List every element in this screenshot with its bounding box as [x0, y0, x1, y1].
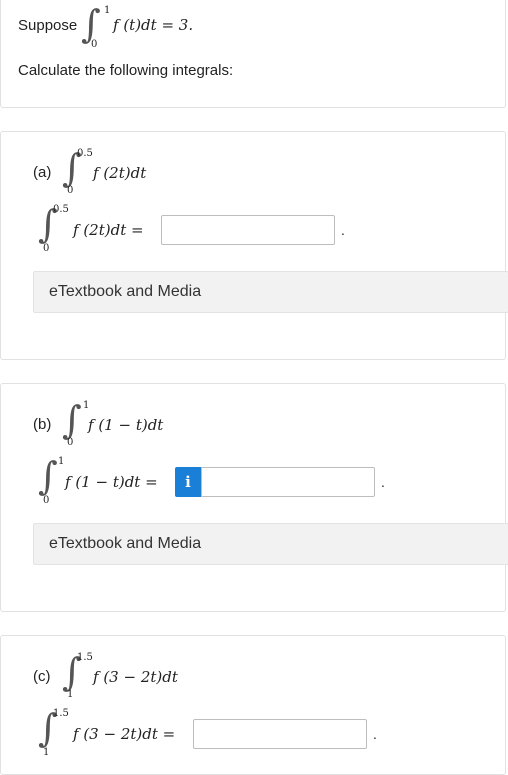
- part-c-answer-input[interactable]: [193, 719, 367, 749]
- part-c-answer-upper-limit: 1.5: [53, 708, 69, 719]
- part-a-period: .: [341, 222, 345, 238]
- part-b-answer-upper-limit: 1: [58, 456, 65, 467]
- intro-upper-limit: 1: [104, 5, 111, 16]
- part-c-lower-limit: 1: [67, 689, 74, 700]
- intro-integrand: f (t)dt = 3.: [113, 16, 194, 34]
- integral-sign-icon: ∫: [62, 398, 82, 442]
- integral-sign-icon: ∫: [81, 2, 101, 46]
- part-a-answer-input[interactable]: [161, 215, 335, 245]
- part-b-answer-expression: f (1 − t)dt =: [65, 473, 158, 491]
- part-b-label: (b): [33, 416, 52, 433]
- part-c-period: .: [373, 726, 377, 742]
- part-c-answer-lower-limit: 1: [43, 747, 50, 758]
- intro-lower-limit: 0: [91, 39, 98, 50]
- intro-card: Suppose ∫ 1 0 f (t)dt = 3. Calculate the…: [0, 0, 506, 108]
- part-c-card: (c) ∫ 1.5 1 f (3 − 2t)dt ∫ 1.5 1 f (3 − …: [0, 635, 506, 775]
- part-c-label: (c): [33, 668, 51, 685]
- part-a-upper-limit: 0.5: [77, 148, 93, 159]
- part-b-integrand: f (1 − t)dt: [88, 416, 164, 434]
- part-a-integrand: f (2t)dt: [93, 164, 147, 182]
- part-a-answer-upper-limit: 0.5: [53, 204, 69, 215]
- part-c-answer-expression: f (3 − 2t)dt =: [73, 725, 176, 743]
- part-a-etextbook-button[interactable]: eTextbook and Media: [33, 271, 508, 313]
- part-a-card: (a) ∫ 0.5 0 f (2t)dt ∫ 0.5 0 f (2t)dt = …: [0, 131, 508, 360]
- intro-prefix: Suppose: [18, 17, 78, 34]
- part-c-upper-limit: 1.5: [77, 652, 93, 663]
- part-b-card: (b) ∫ 1 0 f (1 − t)dt ∫ 1 0 f (1 − t)dt …: [0, 383, 508, 612]
- part-b-etextbook-button[interactable]: eTextbook and Media: [33, 523, 508, 565]
- part-c-integrand: f (3 − 2t)dt: [93, 668, 178, 686]
- part-a-label: (a): [33, 164, 52, 181]
- part-b-answer-input[interactable]: [201, 467, 375, 497]
- part-b-answer-lower-limit: 0: [43, 495, 50, 506]
- part-b-upper-limit: 1: [83, 400, 90, 411]
- part-a-lower-limit: 0: [67, 185, 74, 196]
- part-b-period: .: [381, 474, 385, 490]
- info-icon[interactable]: i: [175, 467, 201, 497]
- intro-instruction: Calculate the following integrals:: [18, 62, 234, 79]
- part-a-answer-expression: f (2t)dt =: [73, 221, 144, 239]
- part-b-lower-limit: 0: [67, 437, 74, 448]
- part-a-answer-lower-limit: 0: [43, 243, 50, 254]
- integral-sign-icon: ∫: [38, 454, 58, 498]
